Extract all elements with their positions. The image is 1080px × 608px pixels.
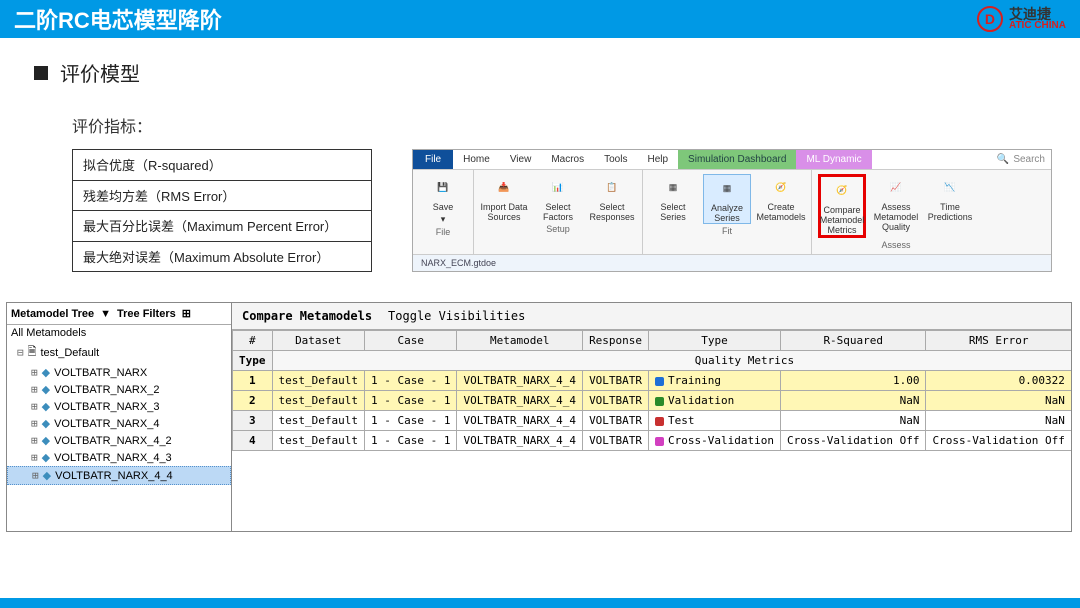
logo: D 艾迪捷 ATIC CHINA — [977, 6, 1066, 32]
search-icon: 🔍 — [997, 154, 1009, 165]
metric-row: 残差均方差（RMS Error） — [73, 180, 372, 211]
bullet-icon — [34, 66, 48, 80]
assess-metamodel-quality-button[interactable]: 📈Assess Metamodel Quality — [872, 174, 920, 232]
compare-metamodel-metrics-button[interactable]: 🧭Compare Metamodel Metrics — [818, 174, 866, 238]
metamodel-icon: ◆ — [42, 434, 50, 447]
expand-icon[interactable]: ⊞ — [32, 469, 39, 482]
expand-icon[interactable]: ⊞ — [31, 366, 38, 379]
toggle-visibilities-button[interactable]: Toggle Visibilities — [388, 309, 525, 323]
search-box[interactable]: 🔍Search — [991, 151, 1051, 168]
save-button[interactable]: 💾Save▾ — [419, 174, 467, 225]
select-series-button[interactable]: ▦Select Series — [649, 174, 697, 222]
tab-macros[interactable]: Macros — [541, 150, 594, 169]
series-icon: ▦ — [659, 174, 687, 200]
create-metamodels-button[interactable]: 🧭Create Metamodels — [757, 174, 805, 222]
type-label: Type — [233, 351, 273, 371]
tab-help[interactable]: Help — [637, 150, 678, 169]
group-setup-label: Setup — [480, 224, 636, 234]
select-factors-button[interactable]: 📊Select Factors — [534, 174, 582, 222]
metamodel-icon: ◆ — [42, 400, 50, 413]
tree-item[interactable]: ⊞◆VOLTBATR_NARX_4_3 — [7, 449, 231, 466]
section-heading: 评价模型 — [34, 58, 1080, 87]
quality-icon: 📈 — [882, 174, 910, 200]
col-header[interactable]: Metamodel — [457, 331, 583, 351]
group-fit-label: Fit — [649, 226, 805, 236]
compare-panel: Metamodel Tree ▼ Tree Filters ⊞ All Meta… — [6, 302, 1072, 532]
metamodel-icon: ◆ — [42, 417, 50, 430]
factors-icon: 📊 — [544, 174, 572, 200]
compare-icon: 🧭 — [828, 177, 856, 203]
tree-item[interactable]: ⊞◆VOLTBATR_NARX_4_2 — [7, 432, 231, 449]
import-datasources-button[interactable]: 📥Import Data Sources — [480, 174, 528, 222]
collapse-icon[interactable]: ⊟ — [17, 346, 24, 359]
tab-simulation-dashboard[interactable]: Simulation Dashboard — [678, 150, 796, 169]
save-icon: 💾 — [429, 174, 457, 200]
tree-root[interactable]: All Metamodels — [7, 325, 231, 341]
table-row[interactable]: 3test_Default1 - Case - 1VOLTBATR_NARX_4… — [233, 411, 1072, 431]
time-icon: 📉 — [936, 174, 964, 200]
tree-item[interactable]: ⊞◆VOLTBATR_NARX — [7, 364, 231, 381]
gauge-icon: 🧭 — [767, 174, 795, 200]
table-row[interactable]: 4test_Default1 - Case - 1VOLTBATR_NARX_4… — [233, 431, 1072, 451]
metrics-table: 拟合优度（R-squared） 残差均方差（RMS Error） 最大百分比误差… — [72, 149, 372, 272]
expand-icon[interactable]: ⊞ — [31, 400, 38, 413]
filepath-bar: NARX_ECM.gtdoe — [413, 254, 1051, 271]
col-header[interactable]: R-Squared — [781, 331, 926, 351]
expand-icon[interactable]: ⊞ — [31, 451, 38, 464]
metric-row: 最大百分比误差（Maximum Percent Error） — [73, 211, 372, 242]
group-file-label: File — [419, 227, 467, 237]
table-row[interactable]: 2test_Default1 - Case - 1VOLTBATR_NARX_4… — [233, 391, 1072, 411]
analyze-icon: ▦ — [713, 175, 741, 201]
col-header[interactable]: # — [233, 331, 273, 351]
group-assess-label: Assess — [818, 240, 974, 250]
tree-item[interactable]: ⊞◆VOLTBATR_NARX_3 — [7, 398, 231, 415]
page-title: 二阶RC电芯模型降阶 — [14, 3, 222, 35]
col-header[interactable]: Type — [649, 331, 781, 351]
metamodel-tree: Metamodel Tree ▼ Tree Filters ⊞ All Meta… — [7, 303, 232, 531]
select-responses-button[interactable]: 📋Select Responses — [588, 174, 636, 222]
logo-en: ATIC CHINA — [1009, 21, 1066, 31]
metamodel-icon: ◆ — [42, 451, 50, 464]
expand-icon[interactable]: ⊞ — [182, 307, 191, 320]
compare-title: Compare Metamodels — [242, 309, 372, 323]
tree-case[interactable]: ⊟🗎test_Default — [7, 341, 231, 364]
logo-cn: 艾迪捷 — [1009, 7, 1066, 21]
metric-row: 拟合优度（R-squared） — [73, 150, 372, 181]
tab-ml-dynamic[interactable]: ML Dynamic — [796, 150, 871, 169]
quality-metrics-label: Quality Metrics — [272, 351, 1071, 371]
tab-tools[interactable]: Tools — [594, 150, 637, 169]
col-header[interactable]: Dataset — [272, 331, 364, 351]
expand-icon[interactable]: ⊞ — [31, 434, 38, 447]
ribbon-toolbar: File Home View Macros Tools Help Simulat… — [412, 149, 1052, 272]
col-header[interactable]: Case — [364, 331, 456, 351]
table-row[interactable]: 1test_Default1 - Case - 1VOLTBATR_NARX_4… — [233, 371, 1072, 391]
analyze-series-button[interactable]: ▦Analyze Series — [703, 174, 751, 224]
file-tab[interactable]: File — [413, 150, 453, 169]
col-header[interactable]: RMS Error — [926, 331, 1071, 351]
compare-table: #DatasetCaseMetamodelResponseTypeR-Squar… — [232, 330, 1071, 451]
expand-icon[interactable]: ⊞ — [31, 417, 38, 430]
footer-bar — [0, 598, 1080, 608]
subheading: 评价指标： — [72, 113, 1080, 137]
metamodel-icon: ◆ — [42, 366, 50, 379]
tab-home[interactable]: Home — [453, 150, 500, 169]
time-predictions-button[interactable]: 📉Time Predictions — [926, 174, 974, 222]
col-header[interactable]: Response — [583, 331, 649, 351]
tree-filters-label: Tree Filters — [117, 308, 176, 320]
filter-icon[interactable]: ▼ — [100, 308, 111, 320]
responses-icon: 📋 — [598, 174, 626, 200]
metamodel-icon: ◆ — [42, 383, 50, 396]
tree-item[interactable]: ⊞◆VOLTBATR_NARX_4_4 — [7, 466, 231, 485]
tree-title: Metamodel Tree — [11, 308, 94, 320]
tree-item[interactable]: ⊞◆VOLTBATR_NARX_4 — [7, 415, 231, 432]
import-icon: 📥 — [490, 174, 518, 200]
tree-item[interactable]: ⊞◆VOLTBATR_NARX_2 — [7, 381, 231, 398]
expand-icon[interactable]: ⊞ — [31, 383, 38, 396]
tab-view[interactable]: View — [500, 150, 542, 169]
title-bar: 二阶RC电芯模型降阶 D 艾迪捷 ATIC CHINA — [0, 0, 1080, 38]
logo-mark-icon: D — [977, 6, 1003, 32]
metric-row: 最大绝对误差（Maximum Absolute Error） — [73, 241, 372, 272]
metamodel-icon: ◆ — [43, 469, 51, 482]
